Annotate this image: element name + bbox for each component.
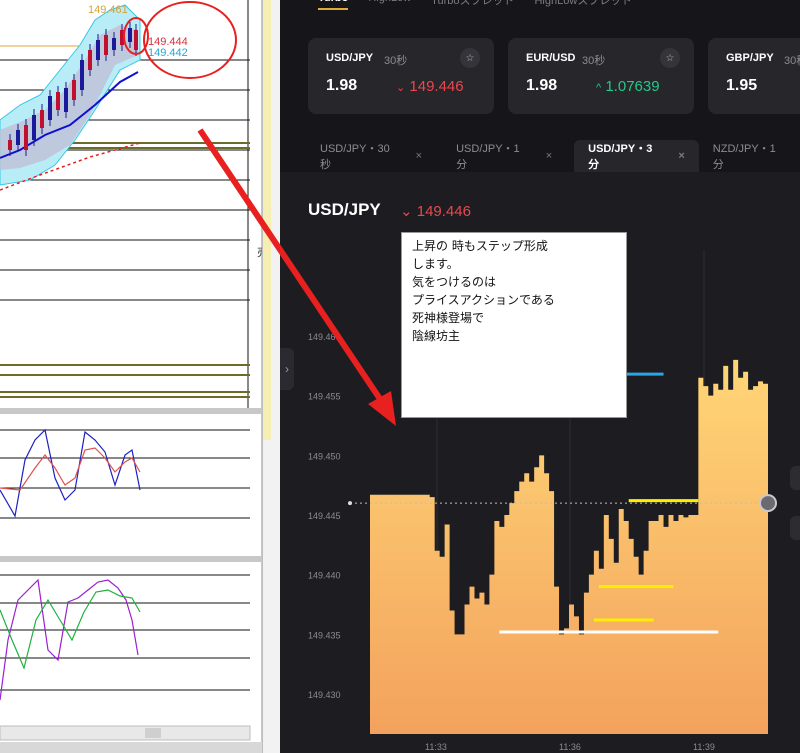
mt4-scale-strip[interactable] [262,0,280,753]
candle-body [32,115,36,140]
current-price-marker [759,494,777,513]
y-tick-label: 149.445 [308,511,341,521]
expand-panel-button[interactable]: › [280,348,294,390]
side-up-button[interactable] [790,466,800,490]
y-tick-label: 149.450 [308,451,341,461]
note-line: プライスアクションである [412,293,555,307]
note-line: 死神様登場で [412,311,485,325]
candle-body [128,28,132,42]
note-line: 上昇の 時もステップ形成 [412,239,548,253]
scale-highlight [263,0,271,440]
candle-body [24,125,28,150]
candle-body [40,110,44,128]
candle-body [56,92,60,110]
annotation-note: 上昇の 時もステップ形成 します。 気をつけるのは プライスアクションである 死… [401,232,627,418]
y-tick-label: 149.435 [308,630,341,640]
candle-body [48,96,52,120]
mt4-chart-canvas [0,0,262,753]
x-tick-label: 11:33 [425,742,447,752]
candle-body [80,60,84,90]
note-line: 陰線坊主 [412,329,461,343]
y-tick-label: 149.430 [308,690,341,700]
pane-separator [0,408,262,414]
candle-body [8,140,12,150]
candle-body [72,80,76,100]
horizontal-scrollbar [0,725,251,741]
scrollbar-thumb [145,728,161,738]
oscillator-line [0,428,141,518]
candle-body [96,40,100,60]
chevron-right-icon: › [285,362,289,376]
x-tick-label: 11:36 [559,742,581,752]
price-label-high: 149.461 [88,4,128,16]
candle-body [64,88,68,112]
x-tick-label: 11:39 [693,742,715,752]
y-tick-label: 149.460 [308,332,341,342]
note-line: 気をつけるのは [412,275,497,289]
candle-body [112,38,116,50]
note-line: します。 [412,257,459,271]
candle-body [88,50,92,70]
price-label-blue: 149.442 [148,47,188,59]
y-tick-label: 149.440 [308,571,341,581]
mt4-chart-panel: 149.461 149.444 149.442 売 [0,0,268,753]
status-strip [0,742,262,753]
stochastic-line [0,578,139,701]
side-down-button[interactable] [790,516,800,540]
pane-separator [0,556,262,562]
y-tick-label: 149.455 [308,392,341,402]
candle-body [16,130,20,145]
candle-body [104,35,108,55]
current-price-start-dot [348,501,352,506]
candle-body [134,30,138,50]
